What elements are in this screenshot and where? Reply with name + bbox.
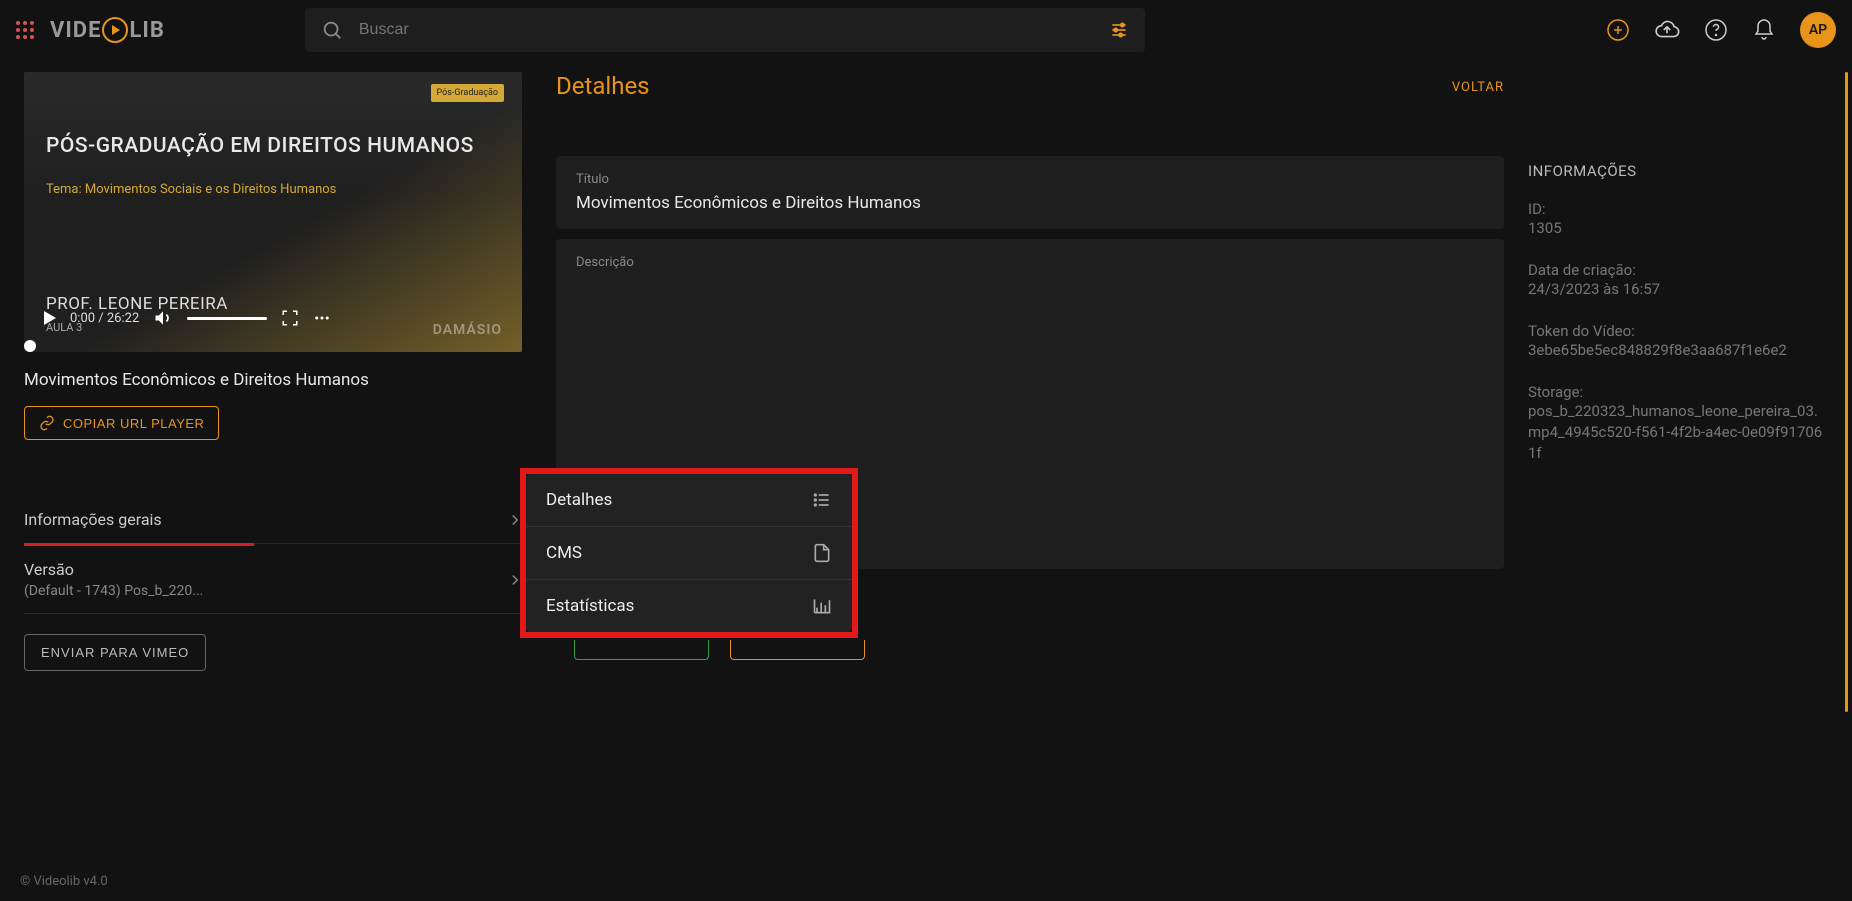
video-thumbnail[interactable]: Pós-Graduação PÓS-GRADUAÇÃO EM DIREITOS …	[24, 72, 522, 352]
search-input[interactable]	[359, 21, 1109, 39]
apps-grid-icon[interactable]	[16, 21, 34, 39]
more-icon[interactable]	[313, 309, 331, 327]
fullscreen-icon[interactable]	[281, 309, 299, 327]
player-time: 0:00 / 26:22	[70, 311, 139, 326]
annotation-highlight-box	[520, 468, 858, 638]
add-icon[interactable]	[1606, 18, 1630, 42]
left-column: Pós-Graduação PÓS-GRADUAÇÃO EM DIREITOS …	[24, 72, 524, 841]
play-icon[interactable]	[44, 311, 56, 325]
app-logo[interactable]: VIDE LIB	[50, 17, 165, 43]
info-token-label: Token do Vídeo:	[1528, 322, 1828, 340]
info-heading: INFORMAÇÕES	[1528, 162, 1828, 180]
info-storage: Storage: pos_b_220323_humanos_leone_pere…	[1528, 383, 1828, 464]
info-id: ID: 1305	[1528, 200, 1828, 239]
video-title: Movimentos Econômicos e Direitos Humanos	[24, 370, 524, 390]
help-icon[interactable]	[1704, 18, 1728, 42]
info-storage-label: Storage:	[1528, 383, 1828, 401]
seek-handle[interactable]	[24, 340, 36, 352]
hidden-button-orange[interactable]	[730, 640, 865, 660]
info-column: INFORMAÇÕES ID: 1305 Data de criação: 24…	[1528, 72, 1828, 841]
send-vimeo-button[interactable]: ENVIAR PARA VIMEO	[24, 634, 206, 671]
accordion-subtitle: (Default - 1743) Pos_b_220...	[24, 583, 203, 599]
back-link[interactable]: VOLTAR	[1452, 80, 1504, 95]
thumbnail-theme: Tema: Movimentos Sociais e os Direitos H…	[46, 182, 336, 197]
video-player-controls[interactable]: 0:00 / 26:22	[44, 308, 502, 328]
accordion-general-info[interactable]: Informações gerais	[24, 496, 524, 544]
field-label-title: Título	[576, 172, 1484, 187]
thumbnail-badge: Pós-Graduação	[431, 84, 504, 102]
app-header: VIDE LIB AP	[0, 0, 1852, 60]
filter-icon[interactable]	[1109, 20, 1129, 40]
header-actions: AP	[1606, 12, 1836, 48]
field-value-title: Movimentos Econômicos e Direitos Humanos	[576, 193, 1484, 213]
info-token-value: 3ebe65be5ec848829f8e3aa687f1e6e2	[1528, 340, 1828, 361]
search-bar[interactable]	[305, 8, 1145, 52]
volume-slider[interactable]	[187, 317, 267, 320]
info-token: Token do Vídeo: 3ebe65be5ec848829f8e3aa6…	[1528, 322, 1828, 361]
info-id-value: 1305	[1528, 218, 1828, 239]
info-created: Data de criação: 24/3/2023 às 16:57	[1528, 261, 1828, 300]
bell-icon[interactable]	[1752, 18, 1776, 42]
info-created-value: 24/3/2023 às 16:57	[1528, 279, 1828, 300]
context-menu: Detalhes CMS Estatísticas	[526, 474, 852, 632]
info-created-label: Data de criação:	[1528, 261, 1828, 279]
info-id-label: ID:	[1528, 200, 1828, 218]
field-label-description: Descrição	[576, 255, 1484, 270]
logo-text-2: LIB	[129, 18, 164, 43]
thumbnail-course-title: PÓS-GRADUAÇÃO EM DIREITOS HUMANOS	[46, 134, 474, 158]
copy-url-label: COPIAR URL PLAYER	[63, 416, 204, 431]
cloud-upload-icon[interactable]	[1654, 17, 1680, 43]
logo-text-1: VIDE	[50, 18, 101, 43]
section-title: Detalhes	[556, 72, 1504, 100]
info-storage-value: pos_b_220323_humanos_leone_pereira_03.mp…	[1528, 401, 1828, 464]
accordion-label: Informações gerais	[24, 510, 162, 529]
center-column: Detalhes VOLTAR Título Movimentos Econôm…	[524, 72, 1528, 841]
hidden-button-green[interactable]	[574, 640, 709, 660]
accordion-version[interactable]: Versão (Default - 1743) Pos_b_220...	[24, 546, 524, 614]
user-avatar[interactable]: AP	[1800, 12, 1836, 48]
volume-icon[interactable]	[153, 308, 173, 328]
title-field-card[interactable]: Título Movimentos Econômicos e Direitos …	[556, 156, 1504, 229]
accordion-label: Versão	[24, 560, 203, 579]
footer-version: © Videolib v4.0	[20, 874, 108, 889]
play-circle-icon	[102, 17, 128, 43]
link-icon	[39, 415, 55, 431]
accordion: Informações gerais Versão (Default - 174…	[24, 496, 524, 614]
search-icon	[321, 19, 343, 41]
main-content: Pós-Graduação PÓS-GRADUAÇÃO EM DIREITOS …	[0, 60, 1852, 841]
copy-url-button[interactable]: COPIAR URL PLAYER	[24, 406, 219, 440]
